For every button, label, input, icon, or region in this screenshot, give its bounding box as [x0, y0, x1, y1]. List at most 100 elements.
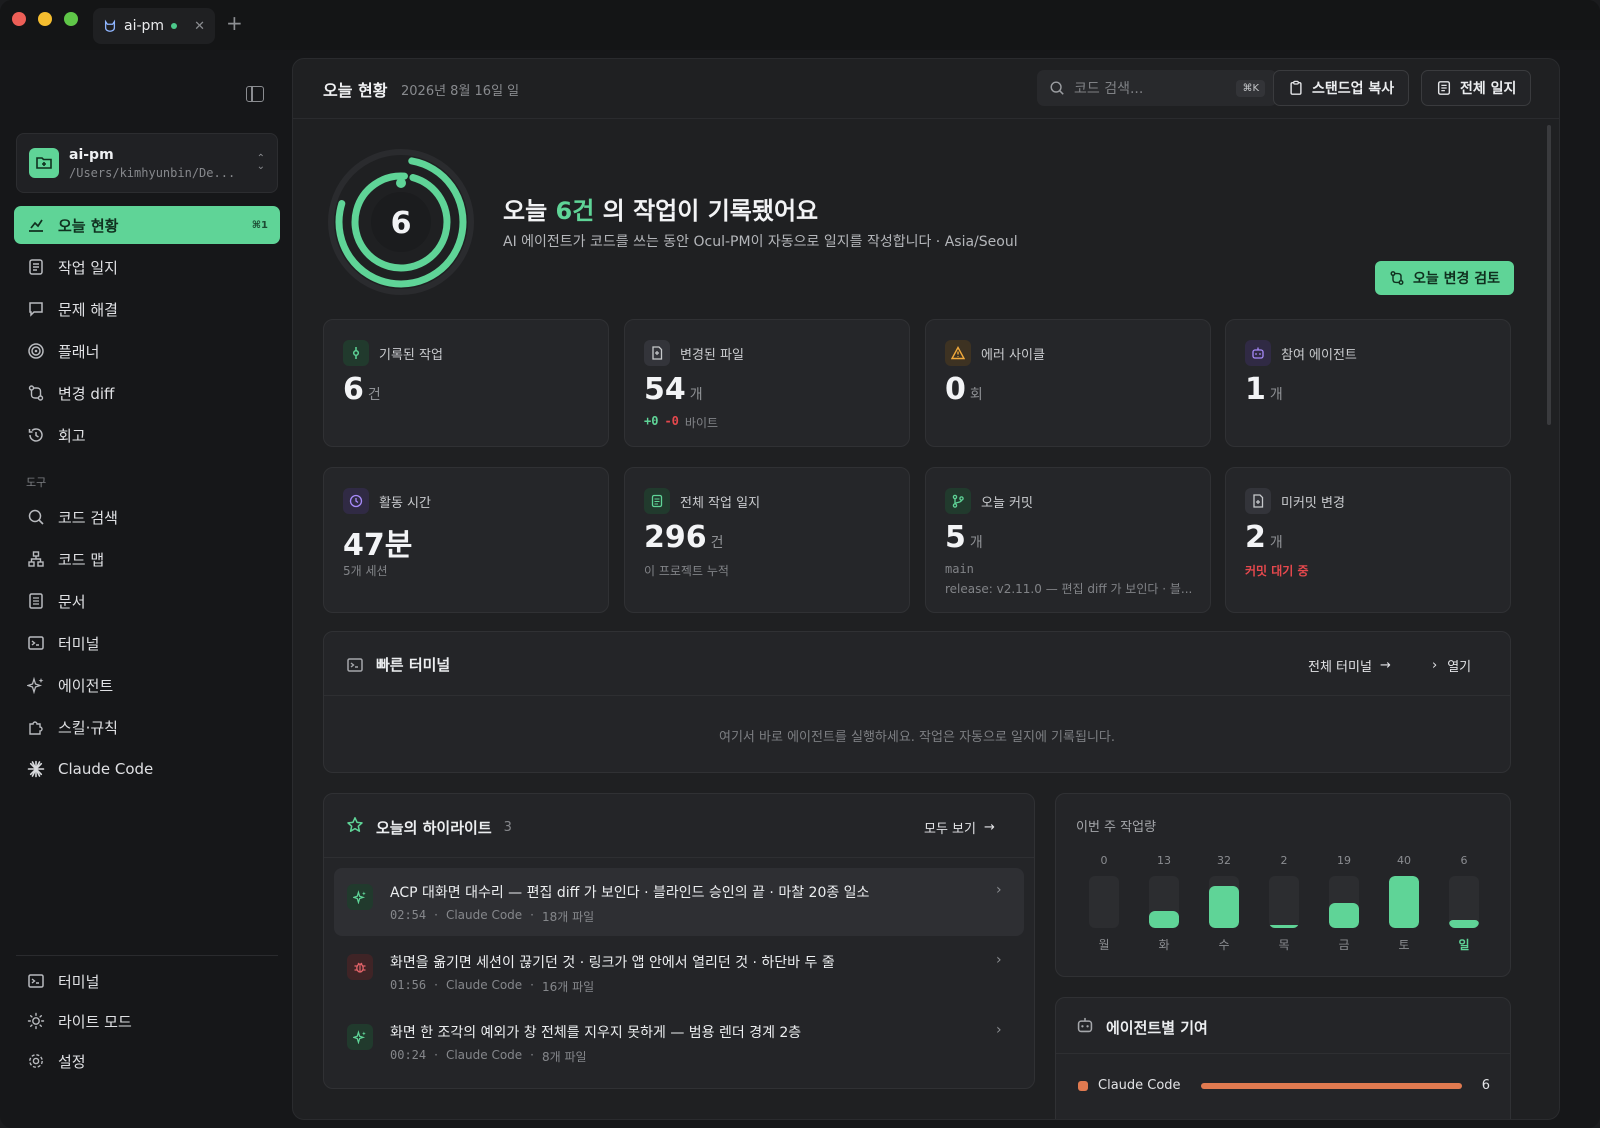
sidebar-item-settings[interactable]: 설정 — [14, 1042, 280, 1080]
weekly-bar-4[interactable]: 19 금 — [1328, 854, 1360, 953]
weekly-bar-6[interactable]: 6일 — [1448, 854, 1480, 953]
sidebar-toggle-icon[interactable] — [246, 86, 264, 102]
weekly-bar-fill — [1449, 920, 1479, 928]
sidebar-item-planner[interactable]: 플래너 — [14, 332, 280, 370]
weekly-bar-track — [1089, 876, 1119, 928]
open-terminal-link[interactable]: › 열기 — [1432, 656, 1471, 675]
bot-icon — [1076, 1016, 1094, 1038]
agent-row[interactable]: Claude Code 6 — [1078, 1078, 1490, 1093]
sidebar-item-today[interactable]: 오늘 현황 ⌘1 — [14, 206, 280, 244]
sidebar-item-retro[interactable]: 회고 — [14, 416, 280, 454]
weekly-bar-value: 6 — [1460, 854, 1468, 867]
tools-section-label: 도구 — [26, 476, 47, 489]
sidebar-item-skills[interactable]: 스킬·규칙 — [14, 708, 280, 746]
weekly-bar-5[interactable]: 40 토 — [1388, 854, 1420, 953]
weekly-bar-fill — [1329, 903, 1359, 928]
search-icon — [26, 507, 46, 527]
search-placeholder: 코드 검색... — [1074, 81, 1144, 97]
copy-standup-label: 스탠드업 복사 — [1312, 81, 1395, 97]
new-tab-button[interactable]: + — [226, 13, 243, 33]
minimize-window-button[interactable] — [38, 12, 52, 26]
puzzle-icon — [26, 717, 46, 737]
stat-card-active-time[interactable]: 활동 시간 47분 5개 세션 — [323, 467, 609, 613]
weekly-bar-day: 목 — [1278, 938, 1290, 952]
tab-title: ai-pm — [124, 18, 165, 34]
sparkles-icon — [26, 675, 46, 695]
sidebar-item-troubleshoot[interactable]: 문제 해결 — [14, 290, 280, 328]
sidebar-item-docs[interactable]: 문서 — [14, 582, 280, 620]
stat-card-uncommitted[interactable]: 미커밋 변경 2개 커밋 대기 중 — [1225, 467, 1511, 613]
view-all-link[interactable]: 모두 보기 → — [924, 818, 995, 837]
review-today-changes-button[interactable]: 오늘 변경 검토 — [1375, 261, 1515, 295]
commit-pending-text: 커밋 대기 중 — [1245, 564, 1309, 578]
highlights-count: 3 — [503, 819, 512, 835]
highlight-agent: Claude Code — [445, 978, 523, 992]
cat-icon — [104, 19, 116, 32]
arrow-right-icon: → — [1379, 658, 1391, 673]
code-search-input[interactable]: 코드 검색... ⌘K — [1037, 70, 1277, 106]
stat-value: 1 — [1245, 372, 1266, 407]
weekly-bar-track — [1269, 876, 1299, 928]
weekly-bar-fill — [1389, 876, 1419, 928]
quick-terminal-hint: 여기서 바로 에이전트를 실행하세요. 작업은 자동으로 일지에 기록됩니다. — [719, 730, 1115, 745]
stat-label: 전체 작업 일지 — [680, 495, 761, 511]
weekly-bar-0[interactable]: 0월 — [1088, 854, 1120, 953]
title-bar: ai-pm ✕ + — [0, 0, 1600, 50]
stat-value: 6 — [343, 372, 364, 407]
highlight-files: 16개 파일 — [542, 980, 595, 994]
stat-value: 2 — [1245, 520, 1266, 555]
highlight-item[interactable]: 화면을 옮기면 세션이 끊기던 것 · 링크가 앱 안에서 열리던 것 · 하단… — [334, 938, 1024, 1006]
stat-card-logged-tasks[interactable]: 기록된 작업 6건 — [323, 319, 609, 447]
commit-icon — [343, 340, 369, 366]
sidebar-item-agents[interactable]: 에이전트 — [14, 666, 280, 704]
sidebar-item-light-mode[interactable]: 라이트 모드 — [14, 1002, 280, 1040]
sidebar-item-claude-code[interactable]: Claude Code — [14, 750, 280, 788]
project-switcher[interactable]: ai-pm /Users/kimhyunbin/De... ⌃ ⌄ — [16, 133, 278, 193]
weekly-bar-2[interactable]: 32 수 — [1208, 854, 1240, 953]
weekly-bar-1[interactable]: 13 화 — [1148, 854, 1180, 953]
weekly-bar-fill — [1209, 886, 1239, 928]
stat-label: 활동 시간 — [379, 495, 431, 511]
weekly-bar-day: 일 — [1458, 938, 1470, 952]
terminal-icon — [26, 971, 46, 991]
sparkles-icon — [347, 1024, 373, 1050]
highlight-files: 8개 파일 — [542, 1050, 587, 1064]
sidebar-item-label: 오늘 현황 — [58, 216, 119, 235]
stat-unit: 개 — [969, 535, 983, 551]
weekly-bar-track — [1149, 876, 1179, 928]
zoom-window-button[interactable] — [64, 12, 78, 26]
stat-card-changed-files[interactable]: 변경된 파일 54 개 +0 -0 바이트 — [624, 319, 910, 447]
folder-icon — [29, 148, 59, 178]
close-window-button[interactable] — [12, 12, 26, 26]
all-terminal-link[interactable]: 전체 터미널 → — [1308, 656, 1391, 675]
stat-card-error-cycles[interactable]: 에러 사이클 0회 — [925, 319, 1211, 447]
sidebar-item-journal[interactable]: 작업 일지 — [14, 248, 280, 286]
sidebar-item-label: 변경 diff — [58, 384, 115, 403]
tab-close-icon[interactable]: ✕ — [194, 19, 205, 34]
highlight-item[interactable]: ACP 대화면 대수리 — 편집 diff 가 보인다 · 블라인드 승인의 끝… — [334, 868, 1024, 936]
stat-label: 오늘 커밋 — [981, 495, 1033, 511]
sidebar-item-code-search[interactable]: 코드 검색 — [14, 498, 280, 536]
copy-standup-button[interactable]: 스탠드업 복사 — [1273, 70, 1410, 106]
gear-icon — [26, 1051, 46, 1071]
weekly-bar-fill — [1149, 911, 1179, 928]
highlight-item[interactable]: 화면 한 조각의 예외가 창 전체를 지우지 못하게 — 범용 렌더 경계 2층… — [334, 1008, 1024, 1076]
hero-title-count: 6건 — [555, 197, 595, 225]
tab-ai-pm[interactable]: ai-pm ✕ — [93, 8, 215, 44]
sidebar-item-code-map[interactable]: 코드 맵 — [14, 540, 280, 578]
sidebar-item-diff[interactable]: 변경 diff — [14, 374, 280, 412]
highlight-time: 01:56 — [390, 978, 427, 992]
sidebar-item-bottom-terminal[interactable]: 터미널 — [14, 962, 280, 1000]
sidebar-item-terminal[interactable]: 터미널 — [14, 624, 280, 662]
history-icon — [26, 425, 46, 445]
chevron-right-icon: › — [996, 1022, 1002, 1038]
all-journal-button[interactable]: 전체 일지 — [1421, 70, 1532, 106]
stat-card-agents[interactable]: 참여 에이전트 1개 — [1225, 319, 1511, 447]
stat-card-today-commits[interactable]: 오늘 커밋 5개 main release: v2.11.0 — 편집 diff… — [925, 467, 1211, 613]
highlight-agent: Claude Code — [445, 1048, 523, 1062]
scrollbar[interactable] — [1547, 125, 1551, 425]
project-path: /Users/kimhyunbin/De... — [69, 165, 236, 180]
stat-card-total-journal[interactable]: 전체 작업 일지 296 건 이 프로젝트 누적 — [624, 467, 910, 613]
weekly-bar-3[interactable]: 2목 — [1268, 854, 1300, 953]
git-branch-icon — [945, 488, 971, 514]
